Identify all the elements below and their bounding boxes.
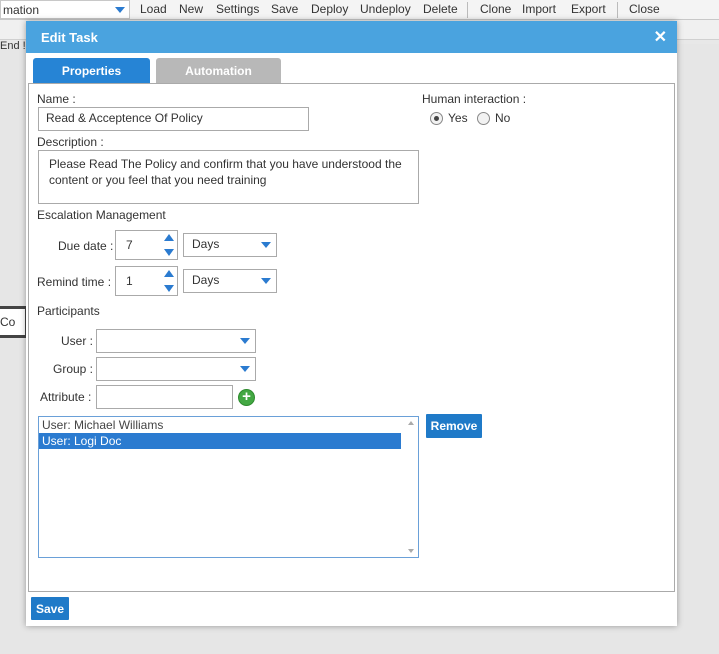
dialog-header: Edit Task ✕ xyxy=(26,21,677,53)
tab-bar: Properties Automation xyxy=(26,53,677,83)
menu-close[interactable]: Close xyxy=(629,2,660,16)
chevron-down-icon xyxy=(261,242,271,248)
increment-icon[interactable] xyxy=(164,270,174,277)
due-date-label: Due date : xyxy=(58,239,114,253)
due-date-unit-select[interactable]: Days xyxy=(183,233,277,257)
properties-panel: Name : Read & Acceptence Of Policy Human… xyxy=(28,83,675,592)
close-icon[interactable]: ✕ xyxy=(654,27,667,47)
menu-save[interactable]: Save xyxy=(271,2,298,16)
decrement-icon[interactable] xyxy=(164,285,174,292)
chevron-down-icon xyxy=(240,338,250,344)
user-select[interactable] xyxy=(96,329,256,353)
radio-no[interactable] xyxy=(477,112,490,125)
name-label: Name : xyxy=(37,92,76,106)
due-date-unit-value: Days xyxy=(192,237,220,251)
add-icon[interactable]: + xyxy=(238,389,255,406)
tab-properties[interactable]: Properties xyxy=(33,58,150,83)
description-field[interactable]: Please Read The Policy and confirm that … xyxy=(38,150,419,204)
due-date-spinner[interactable]: 7 xyxy=(115,230,178,260)
human-interaction-label: Human interaction : xyxy=(422,92,527,106)
increment-icon[interactable] xyxy=(164,234,174,241)
menu-divider xyxy=(617,2,618,18)
menu-deploy[interactable]: Deploy xyxy=(311,2,348,16)
participants-heading: Participants xyxy=(37,304,100,318)
group-select[interactable] xyxy=(96,357,256,381)
chevron-down-icon xyxy=(261,278,271,284)
attribute-input[interactable] xyxy=(96,385,233,409)
scroll-up-icon[interactable] xyxy=(408,421,414,425)
dialog-title: Edit Task xyxy=(41,30,98,45)
escalation-heading: Escalation Management xyxy=(37,208,166,222)
remind-time-value: 1 xyxy=(126,274,133,288)
radio-yes-label: Yes xyxy=(448,111,468,125)
menu-new[interactable]: New xyxy=(179,2,203,16)
menu-import[interactable]: Import xyxy=(522,2,556,16)
scroll-down-icon[interactable] xyxy=(408,549,414,553)
edit-task-dialog: Edit Task ✕ Properties Automation Name :… xyxy=(26,21,677,626)
name-field[interactable]: Read & Acceptence Of Policy xyxy=(38,107,309,131)
list-item[interactable]: User: Michael Williams xyxy=(39,417,401,433)
end-node-label: End ! xyxy=(0,40,26,52)
radio-no-label: No xyxy=(495,111,511,125)
remind-time-label: Remind time : xyxy=(37,275,112,289)
decrement-icon[interactable] xyxy=(164,249,174,256)
participants-list[interactable]: User: Michael Williams User: Logi Doc xyxy=(38,416,419,558)
chevron-down-icon xyxy=(115,7,125,13)
description-label: Description : xyxy=(37,135,104,149)
remind-time-spinner[interactable]: 1 xyxy=(115,266,178,296)
user-label: User : xyxy=(61,334,94,348)
workflow-select[interactable]: mation xyxy=(0,0,130,19)
menu-divider xyxy=(467,2,468,18)
remove-button[interactable]: Remove xyxy=(426,414,482,438)
workflow-select-value: mation xyxy=(3,3,40,17)
attribute-label: Attribute : xyxy=(40,390,92,404)
menu-load[interactable]: Load xyxy=(140,2,167,16)
radio-yes[interactable] xyxy=(430,112,443,125)
remind-time-unit-value: Days xyxy=(192,273,220,287)
group-label: Group : xyxy=(53,362,94,376)
menu-settings[interactable]: Settings xyxy=(216,2,259,16)
main-toolbar: mation Load New Settings Save Deploy Und… xyxy=(0,0,719,20)
tab-automation[interactable]: Automation xyxy=(156,58,281,83)
remind-time-unit-select[interactable]: Days xyxy=(183,269,277,293)
chevron-down-icon xyxy=(240,366,250,372)
workflow-node-label: Co xyxy=(0,315,16,329)
menu-export[interactable]: Export xyxy=(571,2,606,16)
due-date-value: 7 xyxy=(126,238,133,252)
list-item-selected[interactable]: User: Logi Doc xyxy=(39,433,401,449)
menu-clone[interactable]: Clone xyxy=(480,2,511,16)
menu-undeploy[interactable]: Undeploy xyxy=(360,2,411,16)
save-button[interactable]: Save xyxy=(31,597,69,620)
menu-delete[interactable]: Delete xyxy=(423,2,458,16)
